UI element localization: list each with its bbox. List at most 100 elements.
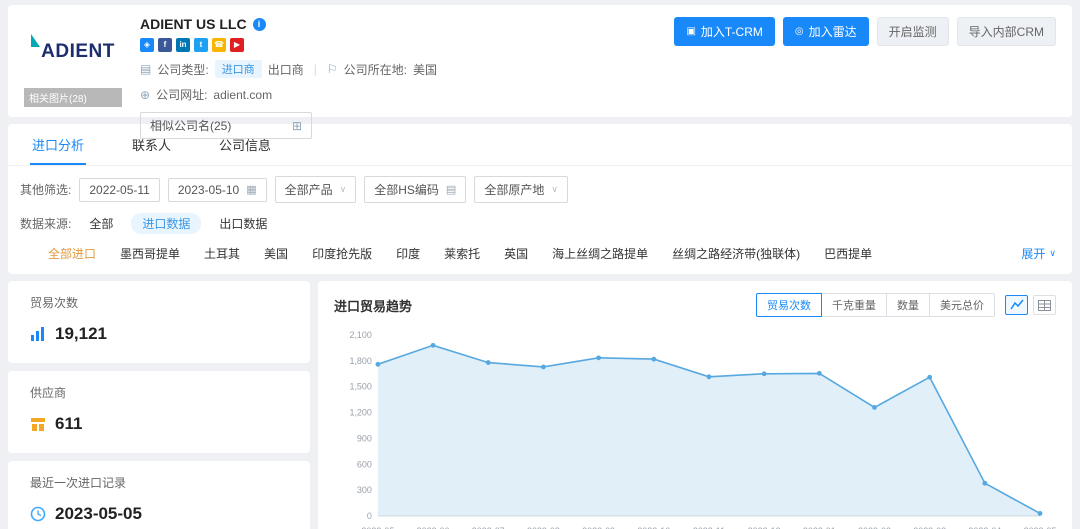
region-filter-row: 全部进口 墨西哥提单 土耳其 美国 印度抢先版 印度 莱索托 英国 海上丝绸之路… bbox=[20, 245, 1060, 262]
chevron-down-icon: ∨ bbox=[340, 184, 347, 195]
origin-select[interactable]: 全部原产地 ∨ bbox=[474, 176, 568, 203]
svg-text:1,800: 1,800 bbox=[349, 356, 371, 366]
phone-icon[interactable]: ☎ bbox=[212, 38, 226, 52]
date-end-input[interactable]: 2023-05-10 ▦ bbox=[168, 178, 267, 202]
stat-label: 供应商 bbox=[30, 384, 288, 401]
chart-title: 进口贸易趋势 bbox=[334, 296, 412, 315]
website-icon: ⊕ bbox=[140, 88, 150, 102]
info-icon[interactable]: i bbox=[253, 18, 266, 31]
data-source-label: 数据来源: bbox=[20, 215, 71, 232]
adient-logo-mark: ADIENT bbox=[24, 15, 122, 63]
exporter-text[interactable]: 出口商 bbox=[268, 61, 304, 78]
logo-text: ADIENT bbox=[41, 41, 115, 63]
table-icon bbox=[1038, 300, 1051, 311]
product-select[interactable]: 全部产品 ∨ bbox=[275, 176, 357, 203]
svg-text:1,200: 1,200 bbox=[349, 408, 371, 418]
region-filter[interactable]: 印度抢先版 bbox=[312, 245, 372, 262]
location-label: 公司所在地: bbox=[344, 61, 407, 78]
content: 贸易次数 19,121 供应商 bbox=[8, 281, 1072, 529]
import-crm-button[interactable]: 导入内部CRM bbox=[957, 17, 1056, 46]
page: ADIENT 相关图片(28) ADIENT US LLC i ◈ f in t… bbox=[0, 0, 1080, 529]
line-chart-icon bbox=[1010, 299, 1024, 311]
region-filter[interactable]: 土耳其 bbox=[204, 245, 240, 262]
stat-label: 贸易次数 bbox=[30, 294, 288, 311]
stat-label: 最近一次进口记录 bbox=[30, 474, 288, 491]
svg-text:300: 300 bbox=[357, 485, 372, 495]
line-chart-view-button[interactable] bbox=[1005, 295, 1028, 315]
data-source-section: 数据来源: 全部 进口数据 出口数据 全部进口 墨西哥提单 土耳其 美国 印度抢… bbox=[8, 203, 1072, 274]
radar-icon: ◎ bbox=[795, 26, 804, 37]
start-monitor-button[interactable]: 开启监测 bbox=[877, 17, 949, 46]
chevron-down-icon: ∨ bbox=[1049, 248, 1056, 259]
trend-chart-card: 进口贸易趋势 贸易次数 千克重量 数量 美元总价 bbox=[318, 281, 1072, 529]
share-icon[interactable]: ◈ bbox=[140, 38, 154, 52]
toggle-quantity[interactable]: 数量 bbox=[886, 293, 930, 317]
calendar-icon: ▦ bbox=[246, 183, 256, 196]
region-filter[interactable]: 海上丝绸之路提单 bbox=[552, 245, 648, 262]
date-start-input[interactable]: 2022-05-11 bbox=[79, 178, 160, 202]
filter-label: 其他筛选: bbox=[20, 181, 71, 198]
toggle-usd-total[interactable]: 美元总价 bbox=[929, 293, 995, 317]
facebook-icon[interactable]: f bbox=[158, 38, 172, 52]
toggle-trade-count[interactable]: 贸易次数 bbox=[756, 293, 822, 317]
stat-value: 19,121 bbox=[55, 324, 107, 344]
similar-company-label: 相似公司名(25) bbox=[150, 117, 231, 134]
stat-value: 611 bbox=[55, 414, 82, 434]
filter-bar: 其他筛选: 2022-05-11 2023-05-10 ▦ 全部产品 ∨ 全部H… bbox=[8, 166, 1072, 203]
location-value: 美国 bbox=[413, 61, 437, 78]
chevron-down-icon: ∨ bbox=[551, 184, 558, 195]
website-value[interactable]: adient.com bbox=[213, 88, 272, 102]
logo-triangle-icon bbox=[31, 34, 40, 47]
tcrm-icon: ▣ bbox=[686, 26, 695, 37]
list-icon: ▤ bbox=[446, 183, 456, 196]
expand-box-icon: ⊞ bbox=[292, 119, 302, 133]
svg-text:1,500: 1,500 bbox=[349, 382, 371, 392]
region-filter[interactable]: 英国 bbox=[504, 245, 528, 262]
region-filter[interactable]: 巴西提单 bbox=[824, 245, 872, 262]
header-actions: ▣ 加入T-CRM ◎ 加入雷达 开启监测 导入内部CRM bbox=[674, 17, 1056, 46]
hs-code-input[interactable]: 全部HS编码 ▤ bbox=[364, 176, 466, 203]
toggle-kg-weight[interactable]: 千克重量 bbox=[821, 293, 887, 317]
related-images-label[interactable]: 相关图片(28) bbox=[24, 88, 122, 107]
importer-tag[interactable]: 进口商 bbox=[215, 60, 262, 78]
company-type-label: 公司类型: bbox=[157, 61, 208, 78]
supplier-icon bbox=[30, 416, 46, 432]
stat-card-last-import[interactable]: 最近一次进口记录 2023-05-05 bbox=[8, 461, 310, 529]
add-tcrm-button[interactable]: ▣ 加入T-CRM bbox=[674, 17, 774, 46]
stats-column: 贸易次数 19,121 供应商 bbox=[8, 281, 310, 529]
region-filter[interactable]: 莱索托 bbox=[444, 245, 480, 262]
stat-card-suppliers[interactable]: 供应商 611 bbox=[8, 371, 310, 453]
company-header: ADIENT 相关图片(28) ADIENT US LLC i ◈ f in t… bbox=[8, 5, 1072, 117]
svg-text:0: 0 bbox=[367, 511, 372, 521]
company-logo[interactable]: ADIENT 相关图片(28) bbox=[24, 15, 122, 107]
twitter-icon[interactable]: t bbox=[194, 38, 208, 52]
region-filter[interactable]: 美国 bbox=[264, 245, 288, 262]
trend-chart[interactable]: 03006009001,2001,5001,8002,1002022-05202… bbox=[334, 327, 1056, 529]
website-label: 公司网址: bbox=[156, 86, 207, 103]
chart-controls: 贸易次数 千克重量 数量 美元总价 bbox=[756, 293, 1056, 317]
source-import-data[interactable]: 进口数据 bbox=[131, 213, 201, 234]
region-filter[interactable]: 墨西哥提单 bbox=[120, 245, 180, 262]
source-all[interactable]: 全部 bbox=[89, 215, 113, 232]
region-filter[interactable]: 丝绸之路经济带(独联体) bbox=[672, 245, 800, 262]
source-export-data[interactable]: 出口数据 bbox=[219, 215, 267, 232]
divider: | bbox=[314, 62, 317, 76]
location-icon: ⚐ bbox=[327, 62, 338, 76]
youtube-icon[interactable]: ▶ bbox=[230, 38, 244, 52]
clock-icon bbox=[30, 506, 46, 522]
analysis-panel: 进口分析 联系人 公司信息 其他筛选: 2022-05-11 2023-05-1… bbox=[8, 124, 1072, 274]
stat-card-trade-count[interactable]: 贸易次数 19,121 bbox=[8, 281, 310, 363]
company-name: ADIENT US LLC bbox=[140, 16, 247, 32]
svg-text:900: 900 bbox=[357, 433, 372, 443]
bar-chart-icon bbox=[30, 326, 46, 342]
expand-link[interactable]: 展开 ∨ bbox=[1021, 245, 1060, 262]
tab-import-analysis[interactable]: 进口分析 bbox=[30, 124, 86, 165]
linkedin-icon[interactable]: in bbox=[176, 38, 190, 52]
table-view-button[interactable] bbox=[1033, 295, 1056, 315]
region-filter[interactable]: 全部进口 bbox=[48, 245, 96, 262]
metric-toggle-group: 贸易次数 千克重量 数量 美元总价 bbox=[756, 293, 995, 317]
similar-company-selector[interactable]: 相似公司名(25) ⊞ bbox=[140, 112, 312, 139]
company-type-icon: ▤ bbox=[140, 62, 151, 76]
region-filter[interactable]: 印度 bbox=[396, 245, 420, 262]
add-radar-button[interactable]: ◎ 加入雷达 bbox=[783, 17, 869, 46]
